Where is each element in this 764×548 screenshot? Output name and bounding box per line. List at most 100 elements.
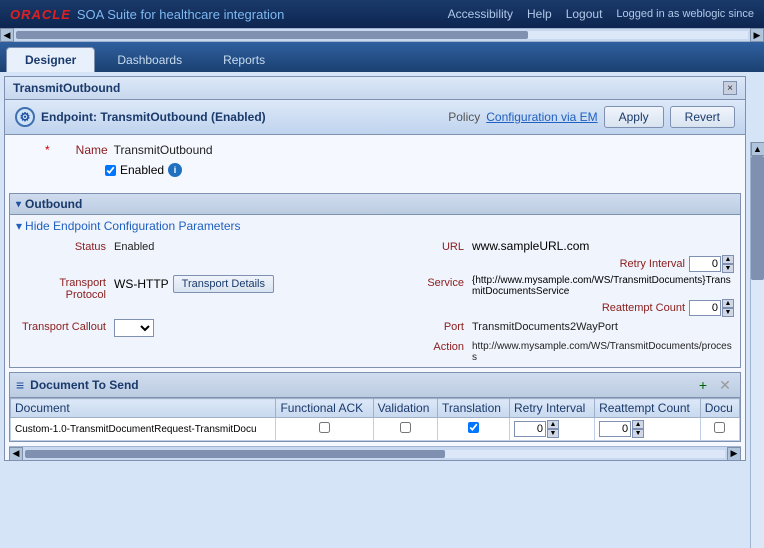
tab-dashboards[interactable]: Dashboards [98,47,201,72]
apply-button[interactable]: Apply [604,106,664,128]
hide-params-label[interactable]: Hide Endpoint Configuration Parameters [25,219,240,233]
translation-cell [438,418,510,441]
enabled-label: Enabled [120,163,164,177]
outbound-body: ▾ Hide Endpoint Configuration Parameters… [10,215,740,367]
panel-title: TransmitOutbound [13,81,120,95]
transport-details-btn[interactable]: Transport Details [173,275,274,293]
info-icon[interactable]: i [168,163,182,177]
reattempt-count-down[interactable]: ▼ [722,308,734,317]
retry-interval-input[interactable] [689,256,721,272]
row-reattempt-spinner[interactable]: ▲ ▼ [599,420,696,438]
tab-designer[interactable]: Designer [6,47,95,72]
doc-name-cell: Custom-1.0-TransmitDocumentRequest-Trans… [11,418,276,441]
functional-ack-cell [276,418,373,441]
reattempt-count-input[interactable] [689,300,721,316]
enabled-row: Enabled i [105,163,705,177]
row-reattempt-input[interactable] [599,421,631,437]
endpoint-actions: Policy Configuration via EM Apply Revert [448,106,735,128]
col-document: Document [11,399,276,418]
bottom-hscroll-right[interactable]: ▶ [727,447,741,461]
outbound-toggle[interactable]: ▾ [16,199,21,210]
hide-toggle: ▾ [16,219,22,233]
hscroll-right-btn[interactable]: ▶ [750,28,764,42]
doc-actions: + ✕ [694,376,734,394]
name-label: Name [58,143,108,157]
doc-table-header-row: Document Functional ACK Validation Trans… [11,399,740,418]
row-reattempt-count-cell: ▲ ▼ [595,418,701,441]
delete-document-btn[interactable]: ✕ [716,376,734,394]
status-label: Status [16,239,106,253]
action-label: Action [384,339,464,353]
validation-checkbox[interactable] [400,422,411,433]
row-retry-down[interactable]: ▼ [547,429,559,438]
transport-callout-dropdown[interactable] [114,319,376,337]
row-reattempt-btns: ▲ ▼ [632,420,644,438]
retry-interval-label: Retry Interval [620,258,685,270]
docu-checkbox[interactable] [714,422,725,433]
row-retry-spinner[interactable]: ▲ ▼ [514,420,590,438]
content-panel: ⚙ Endpoint: TransmitOutbound (Enabled) P… [4,99,746,461]
col-reattempt-count: Reattempt Count [595,399,701,418]
service-label: Service [384,275,464,289]
status-value: Enabled [114,239,376,253]
row-retry-up[interactable]: ▲ [547,420,559,429]
bottom-hscroll-left[interactable]: ◀ [9,447,23,461]
vscroll-thumb[interactable] [751,156,764,280]
row-reattempt-down[interactable]: ▼ [632,429,644,438]
bottom-hscroll-thumb[interactable] [25,450,445,458]
doc-section-header: ≡ Document To Send + ✕ [10,373,740,398]
reattempt-count-up[interactable]: ▲ [722,299,734,308]
accessibility-link[interactable]: Accessibility [448,7,513,21]
row-retry-input[interactable] [514,421,546,437]
enabled-checkbox[interactable] [105,165,116,176]
url-value: www.sampleURL.com [472,239,734,253]
tab-reports[interactable]: Reports [204,47,284,72]
bottom-hscroll-track[interactable] [25,450,725,458]
col-retry-interval: Retry Interval [509,399,594,418]
validation-cell [373,418,437,441]
add-document-btn[interactable]: + [694,376,712,394]
retry-interval-btns: ▲ ▼ [722,255,734,273]
top-bar: ORACLE SOA Suite for healthcare integrat… [0,0,764,28]
content-area: TransmitOutbound × ⚙ Endpoint: TransmitO… [0,72,764,548]
vscroll-up-btn[interactable]: ▲ [751,142,764,156]
policy-text: Policy [448,110,480,124]
row-reattempt-up[interactable]: ▲ [632,420,644,429]
reattempt-count-spinner[interactable]: ▲ ▼ [689,299,734,317]
logout-link[interactable]: Logout [566,7,603,21]
col-validation: Validation [373,399,437,418]
row-docu-cell [700,418,739,441]
vscroll-track[interactable] [751,156,764,548]
col-functional-ack: Functional ACK [276,399,373,418]
endpoint-header: ⚙ Endpoint: TransmitOutbound (Enabled) P… [5,100,745,135]
retry-interval-down[interactable]: ▼ [722,264,734,273]
transport-label: Transport Protocol [16,275,106,301]
transport-callout-select[interactable] [114,319,154,337]
translation-checkbox[interactable] [468,422,479,433]
top-nav: Accessibility Help Logout Logged in as w… [448,7,754,21]
logo-area: ORACLE SOA Suite for healthcare integrat… [10,7,284,22]
revert-button[interactable]: Revert [670,106,735,128]
retry-interval-spinner[interactable]: ▲ ▼ [689,255,734,273]
port-label: Port [384,319,464,333]
doc-table: Document Functional ACK Validation Trans… [10,398,740,441]
retry-interval-up[interactable]: ▲ [722,255,734,264]
panel-close-btn[interactable]: × [723,81,737,95]
hscroll-left-btn[interactable]: ◀ [0,28,14,42]
policy-link[interactable]: Configuration via EM [486,110,597,124]
app-title: SOA Suite for healthcare integration [77,7,284,22]
hscroll-track[interactable] [16,31,748,39]
help-link[interactable]: Help [527,7,552,21]
doc-section-title: Document To Send [30,378,138,392]
page-wrapper: ORACLE SOA Suite for healthcare integrat… [0,0,764,548]
outbound-section-header: ▾ Outbound [10,194,740,215]
vscroll: ▲ ▼ [750,142,764,548]
params-grid: Status Enabled URL www.sampleURL.com Ret… [16,239,734,363]
functional-ack-checkbox[interactable] [319,422,330,433]
reattempt-count-label: Reattempt Count [602,302,685,314]
hscroll-thumb[interactable] [16,31,528,39]
name-value: TransmitOutbound [114,143,213,157]
doc-section: ≡ Document To Send + ✕ Document [9,372,741,442]
hide-params-row[interactable]: ▾ Hide Endpoint Configuration Parameters [16,219,734,233]
oracle-logo: ORACLE [10,7,71,22]
